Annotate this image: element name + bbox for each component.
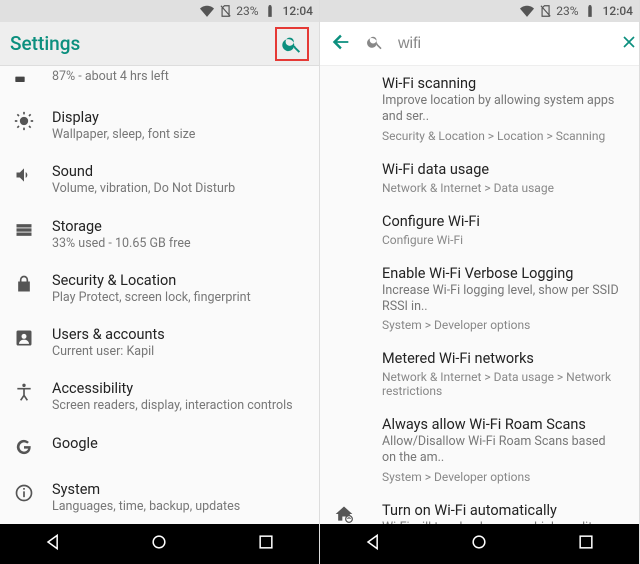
settings-screen: 23% 12:04 Settings 87% - about 4 hrs lef…	[0, 0, 320, 564]
battery-sub: 87% - about 4 hrs left	[52, 69, 301, 85]
status-bar: 23% 12:04	[320, 0, 639, 22]
nav-back[interactable]	[363, 532, 383, 556]
display-icon	[14, 111, 34, 135]
google-icon	[14, 437, 34, 461]
clear-button[interactable]	[619, 32, 639, 56]
nav-recents[interactable]	[256, 532, 276, 556]
battery-pct: 23%	[236, 4, 258, 18]
settings-list[interactable]: 87% - about 4 hrs left DisplayWallpaper,…	[0, 66, 319, 524]
lock-icon	[14, 274, 34, 298]
battery-icon	[263, 4, 277, 18]
result-wifi-scanning[interactable]: Wi-Fi scanning Improve location by allow…	[320, 66, 639, 152]
clock: 12:04	[603, 4, 633, 18]
info-icon	[14, 483, 34, 507]
settings-row-battery-partial[interactable]: 87% - about 4 hrs left	[0, 66, 319, 99]
user-icon	[14, 328, 34, 352]
no-sim-icon	[538, 4, 552, 18]
search-input[interactable]	[398, 35, 605, 53]
search-app-bar	[320, 22, 639, 66]
nav-home[interactable]	[469, 532, 489, 556]
settings-row-security[interactable]: Security & LocationPlay Protect, screen …	[0, 262, 319, 316]
sound-icon	[14, 165, 34, 189]
nav-bar	[320, 524, 639, 564]
nav-home[interactable]	[149, 532, 169, 556]
accessibility-icon	[14, 382, 34, 406]
search-icon[interactable]	[281, 33, 303, 55]
search-results-list[interactable]: Wi-Fi scanning Improve location by allow…	[320, 66, 639, 524]
clock: 12:04	[283, 4, 313, 18]
result-verbose-logging[interactable]: Enable Wi-Fi Verbose Logging Increase Wi…	[320, 256, 639, 342]
search-results-screen: 23% 12:04 Wi-Fi scanning Improve locatio…	[320, 0, 640, 564]
wifi-status-icon	[200, 4, 214, 18]
result-metered-wifi[interactable]: Metered Wi-Fi networks Network & Interne…	[320, 341, 639, 407]
settings-row-display[interactable]: DisplayWallpaper, sleep, font size	[0, 99, 319, 153]
status-bar: 23% 12:04	[0, 0, 319, 22]
storage-icon	[14, 220, 34, 244]
settings-row-storage[interactable]: Storage33% used - 10.65 GB free	[0, 208, 319, 262]
search-icon	[366, 33, 384, 55]
settings-row-google[interactable]: Google	[0, 425, 319, 471]
settings-row-system[interactable]: SystemLanguages, time, backup, updates	[0, 471, 319, 525]
battery-pct: 23%	[556, 4, 578, 18]
home-refresh-icon	[334, 504, 354, 525]
battery-outline-icon	[14, 70, 30, 89]
app-bar: Settings	[0, 22, 319, 66]
result-turn-on-wifi-auto[interactable]: Turn on Wi-Fi automatically Wi-Fi will t…	[320, 493, 639, 525]
no-sim-icon	[218, 4, 232, 18]
result-wifi-data-usage[interactable]: Wi-Fi data usage Network & Internet > Da…	[320, 152, 639, 204]
nav-back[interactable]	[43, 532, 63, 556]
settings-row-accessibility[interactable]: AccessibilityScreen readers, display, in…	[0, 370, 319, 424]
back-button[interactable]	[330, 31, 352, 57]
result-roam-scans[interactable]: Always allow Wi-Fi Roam Scans Allow/Disa…	[320, 407, 639, 493]
settings-row-users[interactable]: Users & accountsCurrent user: Kapil	[0, 316, 319, 370]
search-button-highlight	[275, 27, 309, 61]
result-configure-wifi[interactable]: Configure Wi-Fi Configure Wi-Fi	[320, 204, 639, 256]
wifi-status-icon	[520, 4, 534, 18]
nav-recents[interactable]	[576, 532, 596, 556]
app-title: Settings	[10, 32, 275, 55]
battery-icon	[583, 4, 597, 18]
nav-bar	[0, 524, 319, 564]
settings-row-sound[interactable]: SoundVolume, vibration, Do Not Disturb	[0, 153, 319, 207]
